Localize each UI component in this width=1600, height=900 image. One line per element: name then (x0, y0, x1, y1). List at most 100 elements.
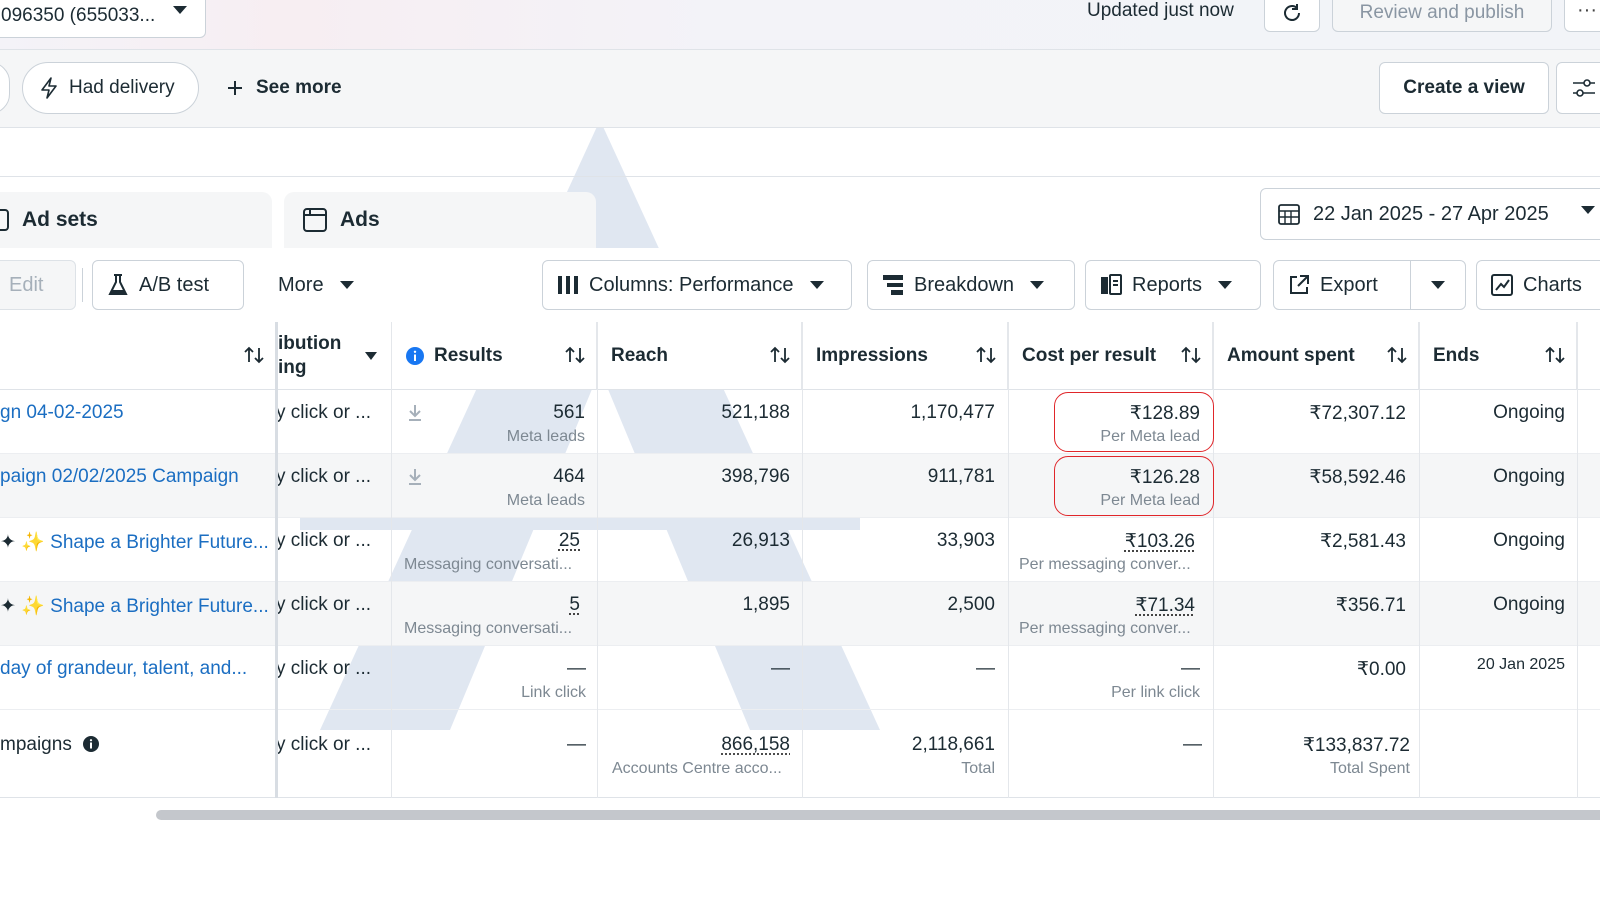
row-cost-per-result: — (1010, 658, 1200, 680)
row-name-link[interactable]: paign 02/02/2025 Campaign (0, 466, 270, 488)
account-select[interactable]: 096350 (655033... (0, 0, 206, 38)
row-attribution: y click or ... (276, 466, 388, 488)
row-amount-spent: ₹356.71 (1216, 594, 1406, 617)
attribution-header-line1: ibution (278, 332, 341, 356)
row-ends: Ongoing (1422, 402, 1565, 424)
column-header-reach[interactable]: Reach (597, 322, 802, 390)
row-name-link[interactable]: day of grandeur, talent, and... (0, 658, 270, 680)
columns-label: Columns: Performance (589, 274, 794, 297)
refresh-button[interactable] (1264, 0, 1320, 32)
row-reach: 521,188 (600, 402, 790, 424)
annotation-highlight (1054, 392, 1214, 452)
table-toolbar: Edit A/B test More Columns: Performance … (0, 248, 1600, 322)
column-header-impressions[interactable]: Impressions (802, 322, 1008, 390)
column-divider (1213, 322, 1214, 798)
row-name: ✦ ✨ Shape a Brighter Future... (0, 530, 270, 554)
ab-test-button[interactable]: A/B test (92, 260, 244, 310)
info-icon[interactable] (83, 736, 99, 752)
annotation-highlight (1054, 456, 1214, 516)
totals-name: mpaigns (0, 734, 72, 755)
top-bar: 096350 (655033... Updated just now Revie… (0, 0, 1600, 50)
see-more-button[interactable]: See more (226, 62, 342, 114)
flask-icon (107, 273, 129, 297)
totals-impressions-type: Total (805, 760, 995, 778)
row-results: — (400, 658, 586, 680)
view-settings-button[interactable] (1556, 62, 1600, 114)
row-amount-spent: ₹2,581.43 (1216, 530, 1406, 553)
column-header-name[interactable] (0, 322, 276, 390)
row-name-link[interactable]: Shape a Brighter Future... (50, 596, 269, 617)
row-ends: Ongoing (1422, 466, 1565, 488)
table-row[interactable]: day of grandeur, talent, and... y click … (0, 646, 1600, 710)
row-ends: 20 Jan 2025 (1422, 656, 1565, 674)
row-name: ✦ ✨ Shape a Brighter Future... (0, 594, 270, 618)
review-publish-button[interactable]: Review and publish (1332, 0, 1552, 32)
column-divider (391, 322, 392, 798)
date-range-picker[interactable]: 22 Jan 2025 - 27 Apr 2025 (1260, 188, 1600, 240)
totals-results: — (400, 734, 586, 756)
row-impressions: 911,781 (805, 466, 995, 488)
more-actions-button[interactable]: More (264, 260, 374, 310)
row-reach: — (600, 658, 790, 680)
horizontal-scrollbar[interactable] (156, 810, 1600, 820)
column-header-ends[interactable]: Ends (1419, 322, 1577, 390)
sort-icon (564, 344, 586, 366)
row-amount-spent: ₹58,592.46 (1216, 466, 1406, 489)
ad-sets-icon (0, 207, 10, 233)
table-row[interactable]: paign 02/02/2025 Campaign y click or ...… (0, 454, 1600, 518)
breakdown-button[interactable]: Breakdown (867, 260, 1075, 310)
row-name-link[interactable]: gn 04-02-2025 (0, 402, 270, 424)
column-header-results[interactable]: Results (392, 322, 597, 390)
table-row[interactable]: gn 04-02-2025 y click or ... 561 Meta le… (0, 390, 1600, 454)
column-divider (802, 322, 803, 798)
charts-button[interactable]: Charts (1476, 260, 1600, 310)
row-results-type: Messaging conversati... (404, 556, 580, 574)
row-attribution: y click or ... (276, 658, 388, 680)
tab-ads-label: Ads (340, 208, 380, 232)
tab-ad-sets[interactable]: Ad sets (0, 192, 272, 248)
filter-chip[interactable] (0, 62, 10, 114)
column-header-attribution[interactable]: ibution ing (276, 322, 392, 390)
totals-reach: 866,158 (600, 734, 790, 756)
row-reach: 26,913 (600, 530, 790, 552)
row-attribution: y click or ... (276, 402, 388, 424)
had-delivery-chip[interactable]: Had delivery (22, 62, 199, 114)
chart-icon (1491, 274, 1513, 296)
more-options-button[interactable]: ··· (1564, 0, 1600, 32)
account-select-label: 096350 (655033... (1, 5, 155, 27)
had-delivery-label: Had delivery (69, 77, 175, 99)
row-results: 561 (400, 402, 585, 424)
columns-icon (557, 275, 579, 295)
row-results: 464 (400, 466, 585, 488)
tab-ads[interactable]: Ads (284, 192, 596, 248)
row-results-value: 25 (559, 530, 580, 551)
totals-attribution: y click or ... (276, 734, 388, 756)
reports-button[interactable]: Reports (1085, 260, 1261, 310)
column-header-amount-spent[interactable]: Amount spent (1213, 322, 1419, 390)
breakdown-label: Breakdown (914, 274, 1014, 297)
table-row[interactable]: ✦ ✨ Shape a Brighter Future... y click o… (0, 582, 1600, 646)
reach-header-label: Reach (597, 345, 668, 367)
lightning-icon (39, 76, 59, 100)
export-button[interactable]: Export (1273, 260, 1411, 310)
export-options-button[interactable] (1410, 260, 1466, 310)
create-view-button[interactable]: Create a view (1379, 62, 1549, 114)
columns-button[interactable]: Columns: Performance (542, 260, 852, 310)
chevron-down-icon (1216, 278, 1234, 292)
column-header-cost-per-result[interactable]: Cost per result (1008, 322, 1213, 390)
section-divider (0, 176, 1600, 177)
results-table: ibution ing Results Reach Impressions Co… (0, 322, 1600, 798)
table-row[interactable]: ✦ ✨ Shape a Brighter Future... y click o… (0, 518, 1600, 582)
see-more-label: See more (256, 77, 342, 99)
ads-icon (302, 207, 328, 233)
row-results: 25 (400, 530, 580, 552)
edit-button[interactable]: Edit (0, 260, 76, 310)
breakdown-icon (882, 274, 904, 296)
row-name-link[interactable]: Shape a Brighter Future... (50, 532, 269, 553)
results-header-label: Results (424, 345, 503, 367)
attribution-header-line2: ing (278, 356, 341, 380)
row-cost-per-result-type: Per link click (1010, 684, 1200, 702)
export-icon (1288, 274, 1310, 296)
row-amount-spent: ₹0.00 (1216, 658, 1406, 681)
row-impressions: 1,170,477 (805, 402, 995, 424)
